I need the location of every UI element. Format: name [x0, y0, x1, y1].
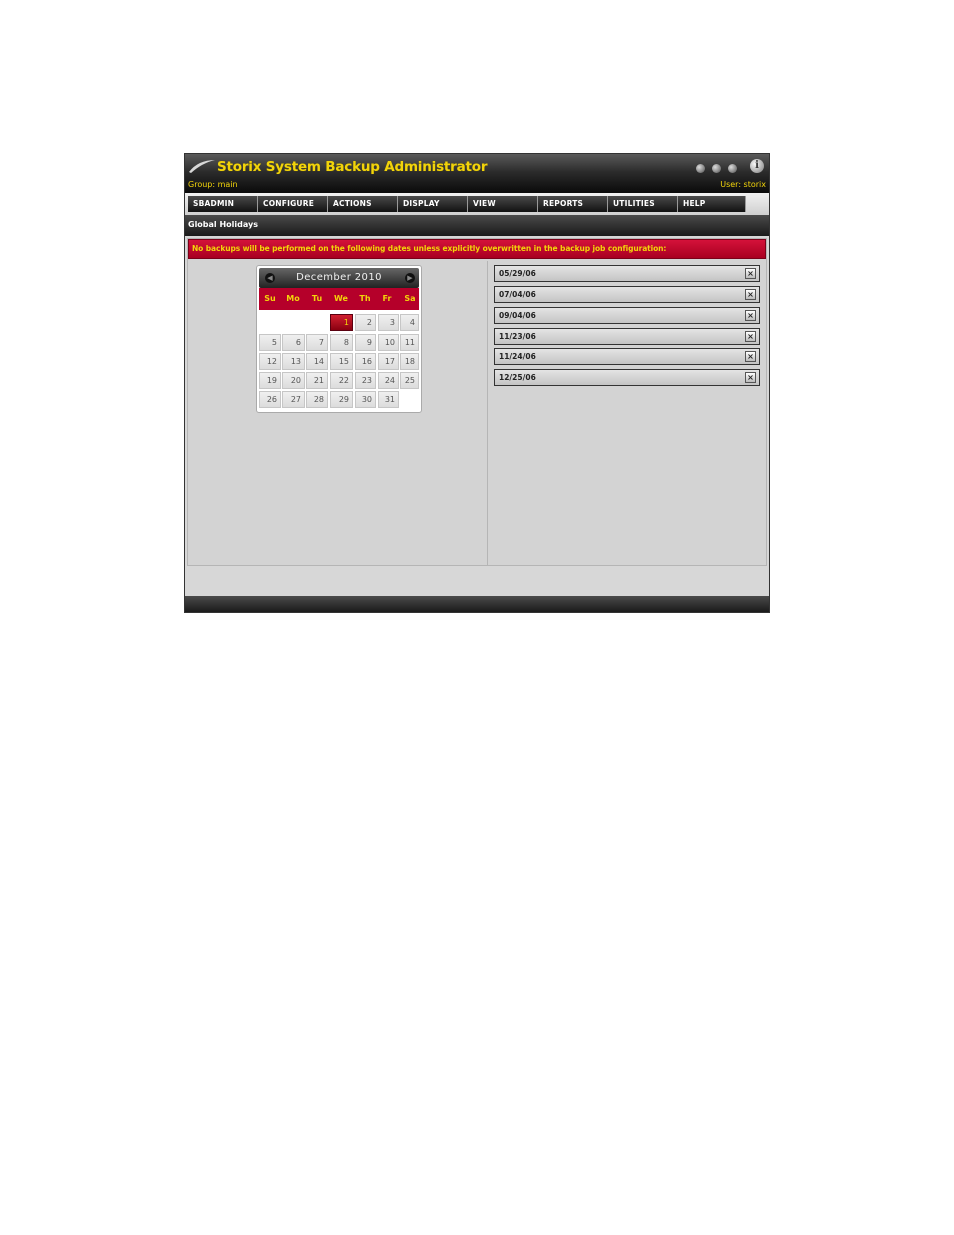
calendar-day[interactable]: 26: [259, 391, 281, 408]
holiday-row: 07/04/06 ×: [494, 286, 760, 303]
chevron-right-icon[interactable]: ▶: [405, 273, 415, 283]
minimize-button-icon[interactable]: [696, 164, 705, 173]
calendar-day[interactable]: 7: [306, 334, 328, 351]
calendar-day[interactable]: 18: [400, 353, 419, 370]
calendar-day[interactable]: 22: [330, 372, 353, 389]
close-window-button-icon[interactable]: [728, 164, 737, 173]
calendar-month-title: December 2010: [296, 272, 382, 283]
holiday-date: 09/04/06: [499, 311, 536, 320]
close-icon[interactable]: ×: [745, 289, 756, 300]
calendar-day[interactable]: 8: [330, 334, 353, 351]
holiday-date: 12/25/06: [499, 373, 536, 382]
section-title: Global Holidays: [188, 220, 258, 229]
menu-view[interactable]: VIEW: [468, 196, 538, 212]
weekday-label: Su: [264, 294, 276, 303]
calendar-weekday-row: Su Mo Tu We Th Fr Sa: [259, 288, 419, 310]
calendar-day[interactable]: 27: [282, 391, 305, 408]
weekday-label: Sa: [404, 294, 416, 303]
calendar-day[interactable]: 11: [400, 334, 419, 351]
weekday-label: Th: [359, 294, 371, 303]
section-bar: Global Holidays: [185, 215, 769, 236]
calendar-day[interactable]: 10: [378, 334, 399, 351]
weekday-label: Fr: [382, 294, 392, 303]
weekday-label: Mo: [286, 294, 300, 303]
calendar-day[interactable]: 14: [306, 353, 328, 370]
weekday-label: We: [334, 294, 348, 303]
calendar-day[interactable]: 30: [355, 391, 376, 408]
holiday-date: 11/23/06: [499, 332, 536, 341]
close-icon[interactable]: ×: [745, 351, 756, 362]
calendar-day[interactable]: 20: [282, 372, 305, 389]
weekday-label: Tu: [311, 294, 323, 303]
close-icon[interactable]: ×: [745, 310, 756, 321]
close-icon[interactable]: ×: [745, 268, 756, 279]
calendar-day[interactable]: 15: [330, 353, 353, 370]
notice-banner: No backups will be performed on the foll…: [188, 239, 766, 259]
app-title: Storix System Backup Administrator: [217, 159, 488, 175]
close-icon[interactable]: ×: [745, 331, 756, 342]
calendar-day[interactable]: 17: [378, 353, 399, 370]
menu-help[interactable]: HELP: [678, 196, 746, 212]
calendar-day[interactable]: 4: [400, 314, 419, 331]
calendar-header: ◀ December 2010 ▶: [259, 268, 419, 288]
calendar-day[interactable]: 3: [378, 314, 399, 331]
holiday-row: 05/29/06 ×: [494, 265, 760, 282]
menu-utilities[interactable]: UTILITIES: [608, 196, 678, 212]
footer-bar: [185, 596, 769, 612]
holiday-row: 11/23/06 ×: [494, 328, 760, 345]
date-picker-calendar: ◀ December 2010 ▶ Su Mo Tu We Th Fr Sa 1…: [256, 265, 422, 413]
close-icon[interactable]: ×: [745, 372, 756, 383]
menu-reports[interactable]: REPORTS: [538, 196, 608, 212]
menu-configure[interactable]: CONFIGURE: [258, 196, 328, 212]
calendar-day[interactable]: 9: [355, 334, 376, 351]
holiday-row: 09/04/06 ×: [494, 307, 760, 324]
calendar-day[interactable]: 12: [259, 353, 281, 370]
info-icon[interactable]: i: [750, 159, 764, 173]
holiday-date: 11/24/06: [499, 352, 536, 361]
menu-sbadmin[interactable]: SBADMIN: [188, 196, 258, 212]
calendar-day[interactable]: 28: [306, 391, 328, 408]
calendar-day[interactable]: 6: [282, 334, 305, 351]
content-panel: No backups will be performed on the foll…: [187, 238, 767, 566]
calendar-day[interactable]: 23: [355, 372, 376, 389]
holiday-row: 12/25/06 ×: [494, 369, 760, 386]
calendar-day[interactable]: 29: [330, 391, 353, 408]
maximize-button-icon[interactable]: [712, 164, 721, 173]
calendar-pane: ◀ December 2010 ▶ Su Mo Tu We Th Fr Sa 1…: [188, 261, 488, 565]
calendar-day[interactable]: 5: [259, 334, 281, 351]
app-header: Storix System Backup Administrator Group…: [185, 154, 769, 193]
group-label: Group: main: [188, 180, 238, 189]
calendar-day[interactable]: 16: [355, 353, 376, 370]
calendar-day[interactable]: 21: [306, 372, 328, 389]
swoosh-logo-icon: [189, 160, 215, 173]
menu-display[interactable]: DISPLAY: [398, 196, 468, 212]
holiday-row: 11/24/06 ×: [494, 348, 760, 365]
calendar-day[interactable]: 31: [378, 391, 399, 408]
app-window: Storix System Backup Administrator Group…: [184, 153, 770, 613]
calendar-day[interactable]: 25: [400, 372, 419, 389]
user-label: User: storix: [720, 180, 766, 189]
calendar-day[interactable]: 2: [355, 314, 376, 331]
calendar-day[interactable]: 1: [330, 314, 353, 331]
notice-text: No backups will be performed on the foll…: [192, 244, 667, 253]
holiday-date: 05/29/06: [499, 269, 536, 278]
holiday-date: 07/04/06: [499, 290, 536, 299]
menu-actions[interactable]: ACTIONS: [328, 196, 398, 212]
menu-bar: SBADMIN CONFIGURE ACTIONS DISPLAY VIEW R…: [185, 193, 769, 215]
calendar-day[interactable]: 19: [259, 372, 281, 389]
calendar-day[interactable]: 24: [378, 372, 399, 389]
calendar-day[interactable]: 13: [282, 353, 305, 370]
